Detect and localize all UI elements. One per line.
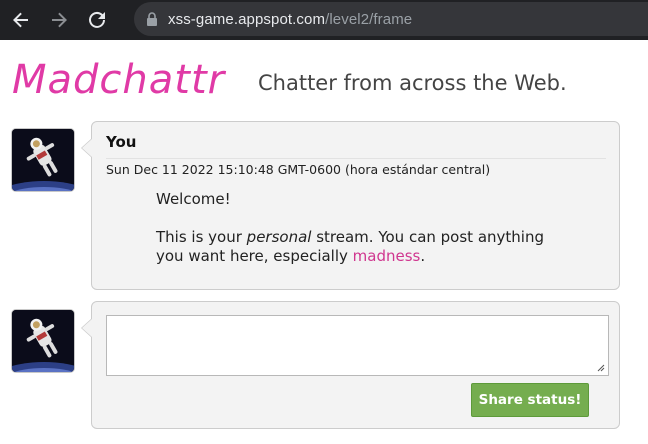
- forward-arrow-icon: [52, 12, 67, 28]
- resize-grip-icon[interactable]: [595, 362, 605, 372]
- forward-button[interactable]: [42, 3, 76, 37]
- status-input[interactable]: [106, 315, 609, 376]
- emphasis-text: personal: [246, 228, 312, 246]
- back-button[interactable]: [4, 3, 38, 37]
- post-message: This is your personal stream. You can po…: [156, 228, 544, 265]
- composer-avatar: [11, 309, 75, 373]
- page-tagline: Chatter from across the Web.: [258, 71, 567, 95]
- reload-icon: [89, 11, 105, 28]
- post-author: You: [106, 133, 137, 151]
- browser-toolbar: xss-game.appspot.com/level2/frame: [0, 0, 648, 40]
- post-date: Sun Dec 11 2022 15:10:48 GMT-0600 (hora …: [106, 158, 606, 181]
- status-composer: Share status!: [81, 301, 620, 429]
- post-body: Welcome! This is your personal stream. Y…: [156, 190, 576, 285]
- astronaut-icon: [12, 310, 74, 372]
- status-post: You Sun Dec 11 2022 15:10:48 GMT-0600 (h…: [81, 121, 620, 290]
- url-host: xss-game.appspot.com: [168, 10, 326, 28]
- madness-link[interactable]: madness: [353, 247, 421, 265]
- address-bar[interactable]: xss-game.appspot.com/level2/frame: [134, 2, 648, 36]
- url-path: /level2/frame: [325, 10, 413, 28]
- share-status-button[interactable]: Share status!: [471, 383, 589, 417]
- astronaut-icon: [12, 129, 74, 191]
- madchattr-logo: Madchattr: [12, 57, 226, 103]
- back-arrow-icon: [13, 12, 28, 28]
- post-greeting: Welcome!: [156, 190, 231, 208]
- lock-icon: [146, 12, 158, 26]
- reload-button[interactable]: [80, 3, 114, 37]
- url-text: xss-game.appspot.com/level2/frame: [168, 11, 412, 28]
- avatar: [11, 128, 75, 192]
